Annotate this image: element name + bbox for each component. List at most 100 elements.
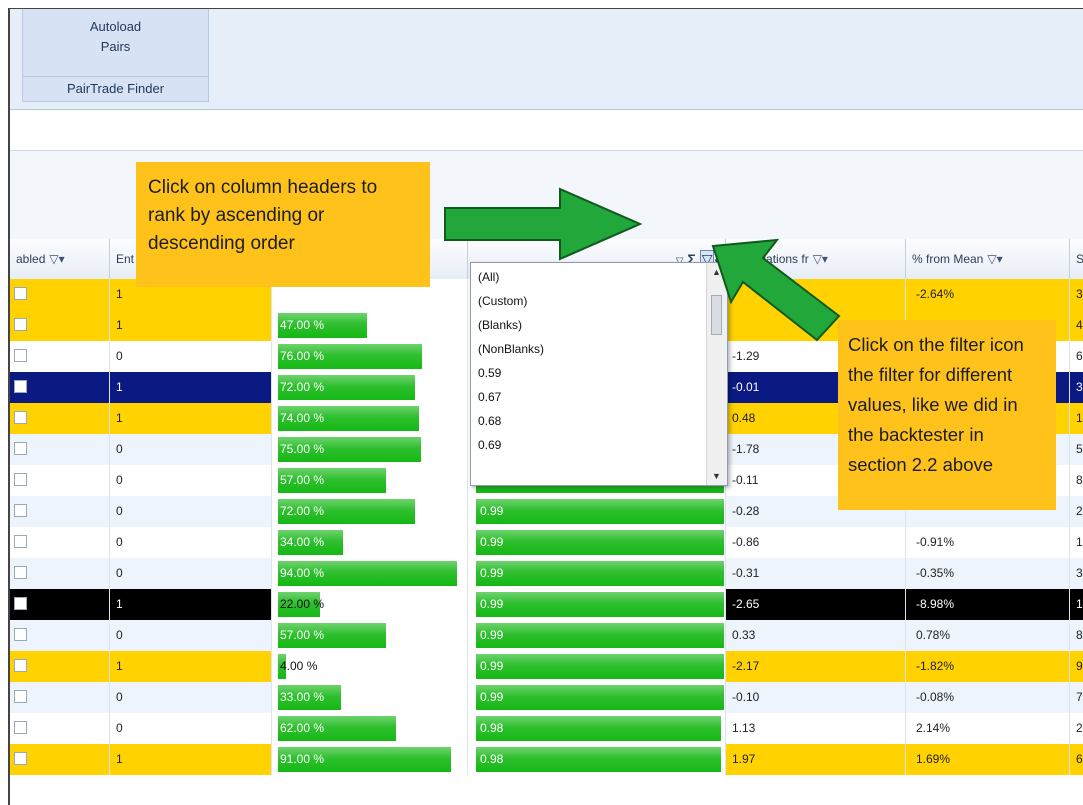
cell-enabled[interactable] (10, 372, 110, 403)
scroll-down-icon[interactable]: ▼ (712, 471, 721, 481)
pct-mean-value: 1.69% (916, 752, 951, 766)
cell-enabled[interactable] (10, 558, 110, 589)
spread-value: 41 (1076, 318, 1083, 332)
cell-deviations: -0.31 (726, 558, 906, 589)
arrow-right-icon (444, 187, 643, 261)
enabled-checkbox[interactable] (14, 380, 27, 393)
cell-enabled[interactable] (10, 682, 110, 713)
cell-entry: 0 (110, 713, 272, 744)
cell-enabled[interactable] (10, 527, 110, 558)
cell-enabled[interactable] (10, 651, 110, 682)
header-spread[interactable]: Sp (1070, 239, 1083, 279)
deviations-value: 1.97 (732, 752, 756, 766)
filter-icon[interactable]: ▽▾ (987, 252, 1002, 266)
cell-pct-mean: -1.82% (906, 651, 1070, 682)
percent-value: 91.00 % (280, 752, 325, 766)
cell-enabled[interactable] (10, 310, 110, 341)
cell-enabled[interactable] (10, 496, 110, 527)
entry-value: 0 (116, 535, 123, 549)
table-row[interactable]: 1 22.00 % 0.99 -2.65 -8.98% 19 (10, 589, 1083, 620)
enabled-checkbox[interactable] (14, 287, 27, 300)
cell-deviations: 1.97 (726, 744, 906, 775)
enabled-checkbox[interactable] (14, 721, 27, 734)
ribbon: Autoload Pairs PairTrade Finder (10, 9, 1083, 110)
cell-enabled[interactable] (10, 620, 110, 651)
entry-value: 1 (116, 659, 123, 673)
cell-enabled[interactable] (10, 279, 110, 310)
cell-pct-mean: 0.78% (906, 620, 1070, 651)
enabled-checkbox[interactable] (14, 504, 27, 517)
pct-mean-value: 2.14% (916, 721, 951, 735)
cell-enabled[interactable] (10, 434, 110, 465)
cell-enabled[interactable] (10, 465, 110, 496)
enabled-checkbox[interactable] (14, 566, 27, 579)
enabled-checkbox[interactable] (14, 349, 27, 362)
enabled-checkbox[interactable] (14, 597, 27, 610)
table-row[interactable]: 0 94.00 % 0.99 -0.31 -0.35% 3.2 (10, 558, 1083, 589)
header-pct-mean[interactable]: % from Mean ▽▾ (906, 239, 1070, 279)
deviations-value: -0.31 (732, 566, 760, 580)
spread-value: 3.2 (1076, 566, 1083, 580)
pairs-button[interactable]: Pairs (23, 37, 208, 57)
enabled-checkbox[interactable] (14, 535, 27, 548)
entry-value: 0 (116, 473, 123, 487)
header-label: Ent (116, 252, 135, 266)
enabled-checkbox[interactable] (14, 411, 27, 424)
enabled-checkbox[interactable] (14, 659, 27, 672)
cell-spread: 67 (1070, 341, 1083, 372)
table-row[interactable]: 0 62.00 % 0.98 1.13 2.14% 2.7 (10, 713, 1083, 744)
deviations-value: -0.01 (732, 380, 760, 394)
filter-icon[interactable]: ▽▾ (49, 252, 64, 266)
filter-option[interactable]: (Custom) (471, 289, 727, 313)
table-row[interactable]: 0 33.00 % 0.99 -0.10 -0.08% 78 (10, 682, 1083, 713)
autoload-button[interactable]: Autoload (23, 17, 208, 37)
enabled-checkbox[interactable] (14, 752, 27, 765)
cell-enabled[interactable] (10, 713, 110, 744)
table-row[interactable]: 1 91.00 % 0.98 1.97 1.69% 69 (10, 744, 1083, 775)
cell-correlation: 0.99 (468, 682, 726, 713)
correlation-bar (476, 499, 724, 524)
enabled-checkbox[interactable] (14, 442, 27, 455)
header-label: % from Mean (912, 252, 984, 266)
spread-value: 87 (1076, 473, 1083, 487)
entry-value: 0 (116, 504, 123, 518)
cell-correlation: 0.99 (468, 496, 726, 527)
enabled-checkbox[interactable] (14, 473, 27, 486)
enabled-checkbox[interactable] (14, 690, 27, 703)
cell-deviations: -2.17 (726, 651, 906, 682)
correlation-bar (476, 561, 724, 586)
cell-enabled[interactable] (10, 589, 110, 620)
table-row[interactable]: 0 34.00 % 0.99 -0.86 -0.91% 17 (10, 527, 1083, 558)
pct-mean-value: 0.78% (916, 628, 951, 642)
deviations-value: -0.10 (732, 690, 760, 704)
header-enabled[interactable]: abled ▽▾ (10, 239, 110, 279)
enabled-checkbox[interactable] (14, 318, 27, 331)
cell-enabled[interactable] (10, 341, 110, 372)
correlation-value: 0.99 (480, 690, 504, 704)
correlation-bar (476, 747, 721, 772)
cell-pct-mean: -0.35% (906, 558, 1070, 589)
filter-option[interactable]: (Blanks) (471, 313, 727, 337)
filter-option[interactable]: 0.68 (471, 409, 727, 433)
cell-percent: 76.00 % (272, 341, 468, 372)
spread-value: 89 (1076, 628, 1083, 642)
cell-percent: 62.00 % (272, 713, 468, 744)
correlation-bar (476, 530, 724, 555)
enabled-checkbox[interactable] (14, 628, 27, 641)
filter-option[interactable]: (NonBlanks) (471, 337, 727, 361)
filter-option[interactable]: 0.67 (471, 385, 727, 409)
spread-value: 14 (1076, 411, 1083, 425)
cell-pct-mean: 2.14% (906, 713, 1070, 744)
filter-option[interactable]: (All) (471, 263, 727, 289)
table-row[interactable]: 0 57.00 % 0.99 0.33 0.78% 89 (10, 620, 1083, 651)
cell-correlation: 0.99 (468, 651, 726, 682)
table-row[interactable]: 1 4.00 % 0.99 -2.17 -1.82% 92 (10, 651, 1083, 682)
entry-value: 0 (116, 628, 123, 642)
filter-option[interactable]: 0.69 (471, 433, 727, 457)
deviations-value: -1.29 (732, 349, 760, 363)
filter-option[interactable]: 0.59 (471, 361, 727, 385)
cell-enabled[interactable] (10, 744, 110, 775)
cell-spread: 78 (1070, 682, 1083, 713)
cell-enabled[interactable] (10, 403, 110, 434)
percent-value: 74.00 % (280, 411, 325, 425)
